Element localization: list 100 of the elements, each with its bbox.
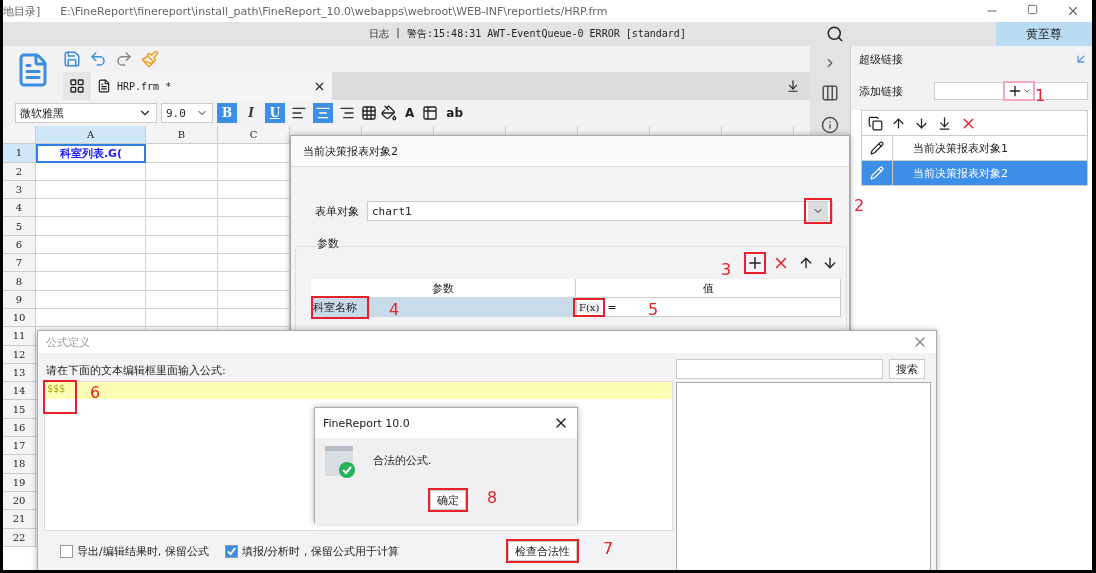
link-type-field[interactable] xyxy=(934,82,1088,100)
success-icon xyxy=(325,446,355,478)
border-icon[interactable] xyxy=(361,105,377,121)
row-header[interactable]: 1 xyxy=(3,144,36,163)
move-up-icon[interactable] xyxy=(798,255,814,271)
table-cell[interactable] xyxy=(146,290,218,309)
row-header[interactable]: 17 xyxy=(3,437,36,456)
annotation-number: 4 xyxy=(389,300,400,319)
move-down-icon[interactable] xyxy=(822,255,838,271)
row-header[interactable]: 8 xyxy=(3,272,36,291)
move-up-icon[interactable] xyxy=(891,115,906,131)
panel-title: 超级链接 xyxy=(859,51,903,67)
fill-icon[interactable] xyxy=(381,105,397,121)
row-header[interactable]: 11 xyxy=(3,327,36,346)
object-select[interactable]: chart1 xyxy=(367,201,833,221)
font-color-button[interactable]: A xyxy=(405,106,415,120)
table-cell[interactable] xyxy=(146,199,218,218)
checkbox[interactable] xyxy=(60,545,73,558)
table-cell[interactable] xyxy=(36,254,146,273)
row-header[interactable]: 18 xyxy=(3,455,36,474)
grid-icon[interactable] xyxy=(69,78,85,94)
table-cell[interactable] xyxy=(36,162,146,181)
size-select[interactable]: 9.0 xyxy=(161,103,213,123)
file-path: E:\FineReport\finereport\install_path\FineReport_10.0\webapps\webroot\WEB-INF\reportlets/HRP.frm xyxy=(60,4,608,18)
table-cell[interactable] xyxy=(146,235,218,255)
table-cell[interactable]: 科室列表.G( xyxy=(36,144,146,163)
log-label[interactable]: 日志 xyxy=(369,27,389,41)
add-icon[interactable] xyxy=(746,254,764,272)
table-cell[interactable] xyxy=(146,180,218,200)
table-icon[interactable] xyxy=(422,105,439,121)
checkbox-label: 填报/分析时，保留公式用于计算 xyxy=(241,544,400,559)
cell-info-icon[interactable] xyxy=(821,116,839,134)
corner-cell[interactable] xyxy=(3,126,36,145)
table-cell[interactable] xyxy=(36,235,146,255)
dialog-title: FineReport 10.0 xyxy=(323,416,410,430)
move-bottom-icon[interactable] xyxy=(937,115,952,131)
table-cell[interactable] xyxy=(36,217,146,236)
message-text: 合法的公式. xyxy=(373,453,432,468)
move-down-icon[interactable] xyxy=(914,115,929,131)
field-label: 表单对象 xyxy=(315,203,359,219)
layout-icon[interactable] xyxy=(821,84,839,102)
text-tool-button[interactable]: ab xyxy=(446,106,463,120)
search-field[interactable] xyxy=(676,359,883,379)
link-item[interactable]: 当前决策报表对象1 xyxy=(861,136,1088,161)
maximize-icon[interactable] xyxy=(1027,4,1038,15)
group-legend: 参数 xyxy=(317,236,339,251)
table-cell[interactable] xyxy=(36,290,146,309)
annotation-number: 5 xyxy=(648,300,659,319)
file-tab[interactable]: HRP.frm * xyxy=(91,72,332,100)
user-name[interactable]: 黄至尊 xyxy=(996,22,1092,46)
value-field[interactable]: = xyxy=(601,300,634,314)
annotation-number: 7 xyxy=(603,539,614,558)
log-message: 警告:15:48:31 AWT-EventQueue-0 ERROR [standard] xyxy=(407,27,686,41)
dialog-title: 公式定义 xyxy=(46,334,90,350)
formula-text: $$$ xyxy=(45,382,76,412)
row-header[interactable]: 21 xyxy=(3,510,36,529)
annotation-number: 1 xyxy=(1035,86,1046,105)
table-cell[interactable] xyxy=(36,199,146,218)
pencil-icon xyxy=(870,166,884,180)
style-button[interactable]: I xyxy=(241,103,261,123)
annotation-number: 2 xyxy=(854,196,865,215)
table-cell[interactable]: 科室名称 xyxy=(313,297,367,317)
undo-icon[interactable] xyxy=(89,50,107,68)
row-header[interactable]: 7 xyxy=(3,254,36,273)
window-title: 地目录] xyxy=(3,3,41,19)
column-header: 参数 xyxy=(311,279,576,297)
separator: | xyxy=(395,27,402,41)
table-cell[interactable] xyxy=(146,272,218,291)
table-cell[interactable] xyxy=(146,308,218,328)
column-header[interactable]: B xyxy=(146,126,218,145)
row-header[interactable]: 15 xyxy=(3,400,36,419)
row-header[interactable]: 5 xyxy=(3,217,36,236)
redo-icon[interactable] xyxy=(115,50,133,68)
column-header[interactable]: C xyxy=(218,126,290,145)
field-label: 添加链接 xyxy=(859,83,903,99)
column-header[interactable]: A xyxy=(36,126,146,145)
add-dropdown-icon[interactable] xyxy=(1005,83,1033,99)
search-button[interactable]: 搜索 xyxy=(889,359,925,379)
checkbox[interactable] xyxy=(224,545,238,558)
row-header[interactable]: 14 xyxy=(3,382,36,401)
column-header: 值 xyxy=(576,279,841,297)
check-button[interactable]: 检查合法性 xyxy=(508,541,577,561)
search-icon[interactable] xyxy=(825,25,844,43)
row-header[interactable]: 4 xyxy=(3,199,36,218)
dropdown-icon[interactable] xyxy=(786,79,800,93)
table-cell[interactable] xyxy=(146,217,218,236)
copy-icon[interactable] xyxy=(868,115,883,131)
table-cell[interactable] xyxy=(36,308,146,328)
pencil-icon xyxy=(870,141,884,155)
font-select[interactable]: 微软雅黑 xyxy=(15,103,157,123)
table-cell[interactable] xyxy=(146,144,218,163)
table-cell[interactable] xyxy=(146,254,218,273)
table-cell[interactable] xyxy=(146,162,218,181)
annotation-number: 8 xyxy=(487,488,498,507)
ok-button[interactable]: 确定 xyxy=(430,490,466,510)
save-icon[interactable] xyxy=(63,50,81,68)
panel-title: 当前决策报表对象2 xyxy=(303,143,398,159)
brush-icon[interactable] xyxy=(141,50,159,68)
table-cell[interactable] xyxy=(36,272,146,291)
table-cell[interactable] xyxy=(36,180,146,200)
